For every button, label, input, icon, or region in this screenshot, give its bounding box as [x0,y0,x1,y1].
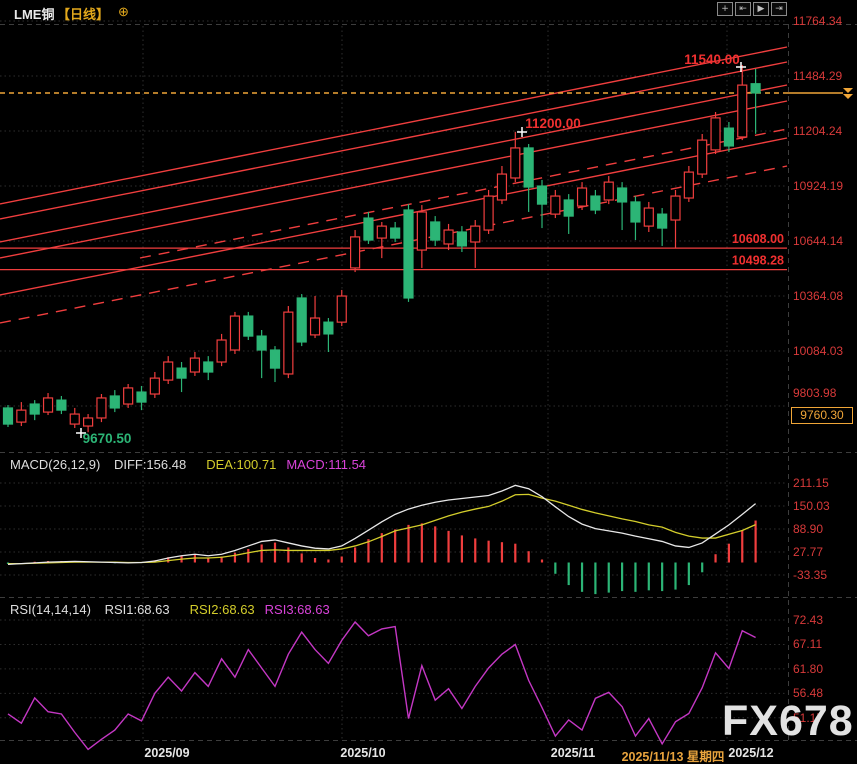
macd-dea-label: DEA:100.71 [206,457,276,472]
period-label: 【日线】 [57,4,109,23]
price-annotation: 11200.00 [525,116,581,131]
crosshair-date-label: 2025/11/13 星期四 [622,746,725,764]
symbol-title: LME铜 [14,4,54,23]
macd-axis-label: 211.15 [793,476,855,490]
price-marker: 9760.30 [791,407,853,424]
rsi-axis-label: 61.80 [793,662,855,676]
date-label: 2025/12 [728,746,773,760]
macd-macd-label: MACD:111.54 [286,457,366,472]
title-bar: LME铜 【日线】 ⊕ + ⇤ ▶ ⇥ [0,0,857,24]
watermark: FX678 [722,700,854,743]
date-label: 2025/10 [340,746,385,760]
macd-axis-label: 150.03 [793,499,855,513]
price-annotation: 9670.50 [83,431,132,446]
arrow-right-bar-icon: ⇥ [775,4,783,14]
price-axis-label: 10084.03 [793,344,855,358]
play-icon: ▶ [758,4,765,14]
support-line-label: 10608.00 [732,232,784,246]
add-indicator-icon[interactable]: ⊕ [118,4,129,20]
step-forward-button[interactable]: ▶ [753,2,769,16]
rsi-axis-label: 72.43 [793,613,855,627]
rsi-header: RSI(14,14,14) RSI1:68.63 RSI2:68.63 RSI3:6… [10,602,340,617]
price-axis-label: 9803.98 [793,386,855,400]
date-label: 2025/09 [144,746,189,760]
arrow-left-bar-icon: ⇤ [739,4,747,14]
price-axis-label: 10644.14 [793,234,855,248]
move-tool-button[interactable]: + [717,2,733,16]
move-icon: + [721,4,729,14]
rsi2-label: RSI2:68.63 [190,602,255,617]
price-annotation: 11540.00 [684,52,740,67]
chart-app: 10608.0010498.2811540.0011200.009670.50 … [0,0,857,764]
date-label: 2025/11 [551,746,596,760]
price-axis-label: 10364.08 [793,289,855,303]
support-line-label: 10498.28 [732,254,784,268]
price-axis-label: 11484.29 [793,69,855,83]
macd-header: MACD(26,12,9) DIFF:156.48 DEA:100.71 MACD:… [10,457,376,472]
rsi-axis-label: 67.11 [793,637,855,651]
macd-name-and-diff-label: MACD(26,12,9) DIFF:156.48 [10,457,196,472]
scale-right-button[interactable]: ⇥ [771,2,787,16]
chart-toolbar: + ⇤ ▶ ⇥ [717,2,787,16]
macd-axis-label: -33.35 [793,568,855,582]
rsi-name-and-rsi1-label: RSI(14,14,14) RSI1:68.63 [10,602,180,617]
price-axis-label: 11204.24 [793,124,855,138]
chart-canvas[interactable]: 10608.00 10498.28 11540.00 11200.00 9670.50 [0,0,857,764]
rsi3-label: RSI3:68.63 [265,602,330,617]
price-axis-label: 10924.19 [793,179,855,193]
date-axis[interactable]: 2025/09 2025/10 2025/11 2025/11/13 星期四2025/… [0,743,857,764]
macd-axis-label: 27.77 [793,545,855,559]
macd-axis-label: 88.90 [793,522,855,536]
scale-left-button[interactable]: ⇤ [735,2,751,16]
